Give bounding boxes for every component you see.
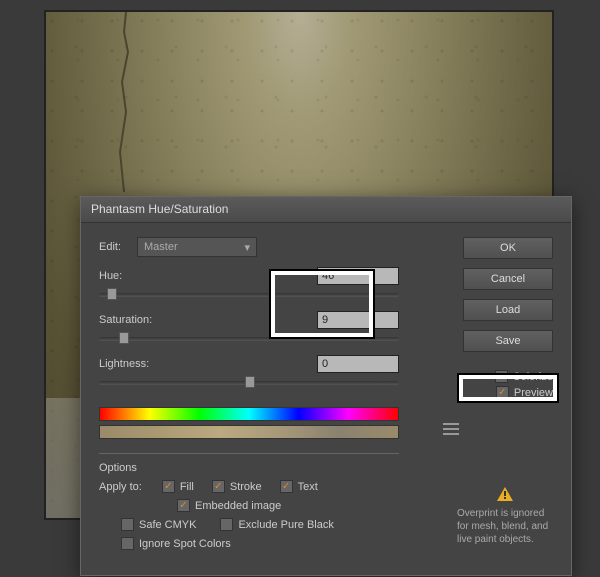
fill-checkbox[interactable]: ✓ [162, 480, 175, 493]
spectrum-before [99, 407, 399, 421]
lightness-slider[interactable] [99, 375, 399, 389]
lightness-label: Lightness: [99, 358, 189, 370]
hue-slider[interactable] [99, 287, 399, 301]
load-button[interactable]: Load [463, 299, 553, 321]
preview-label: Preview [514, 387, 553, 399]
chevron-down-icon: ▾ [244, 241, 250, 254]
colorize-checkbox[interactable]: ✓ [495, 370, 508, 383]
save-button[interactable]: Save [463, 330, 553, 352]
options-title: Options [99, 462, 399, 474]
stroke-label: Stroke [230, 481, 262, 493]
dialog-title: Phantasm Hue/Saturation [91, 202, 228, 216]
saturation-field[interactable] [317, 311, 399, 329]
crack-texture [106, 12, 146, 192]
saturation-label: Saturation: [99, 314, 189, 326]
embedded-label: Embedded image [195, 500, 281, 512]
hue-saturation-dialog: Phantasm Hue/Saturation Edit: Master ▾ H… [80, 196, 572, 576]
safe-cmyk-label: Safe CMYK [139, 519, 196, 531]
ok-button[interactable]: OK [463, 237, 553, 259]
colorize-label: Colorize [513, 371, 553, 383]
text-label: Text [298, 481, 318, 493]
hue-field[interactable] [317, 267, 399, 285]
fill-label: Fill [180, 481, 194, 493]
spectrum-after [99, 425, 399, 439]
text-checkbox[interactable]: ✓ [280, 480, 293, 493]
exclude-black-label: Exclude Pure Black [238, 519, 333, 531]
menu-icon[interactable] [443, 423, 459, 435]
preview-checkbox[interactable]: ✓ [496, 386, 509, 399]
embedded-checkbox[interactable]: ✓ [177, 499, 190, 512]
dialog-titlebar[interactable]: Phantasm Hue/Saturation [81, 197, 571, 223]
edit-label: Edit: [99, 241, 137, 253]
ignore-spot-label: Ignore Spot Colors [139, 538, 231, 550]
lightness-field[interactable] [317, 355, 399, 373]
cancel-button[interactable]: Cancel [463, 268, 553, 290]
apply-to-label: Apply to: [99, 481, 142, 493]
exclude-black-checkbox[interactable] [220, 518, 233, 531]
hue-label: Hue: [99, 270, 189, 282]
saturation-slider[interactable] [99, 331, 399, 345]
overprint-note: Overprint is ignored for mesh, blend, an… [457, 508, 548, 545]
edit-dropdown[interactable]: Master ▾ [137, 237, 257, 257]
ignore-spot-checkbox[interactable] [121, 537, 134, 550]
warning-icon [497, 487, 513, 501]
edit-value: Master [144, 241, 178, 253]
stroke-checkbox[interactable]: ✓ [212, 480, 225, 493]
safe-cmyk-checkbox[interactable] [121, 518, 134, 531]
